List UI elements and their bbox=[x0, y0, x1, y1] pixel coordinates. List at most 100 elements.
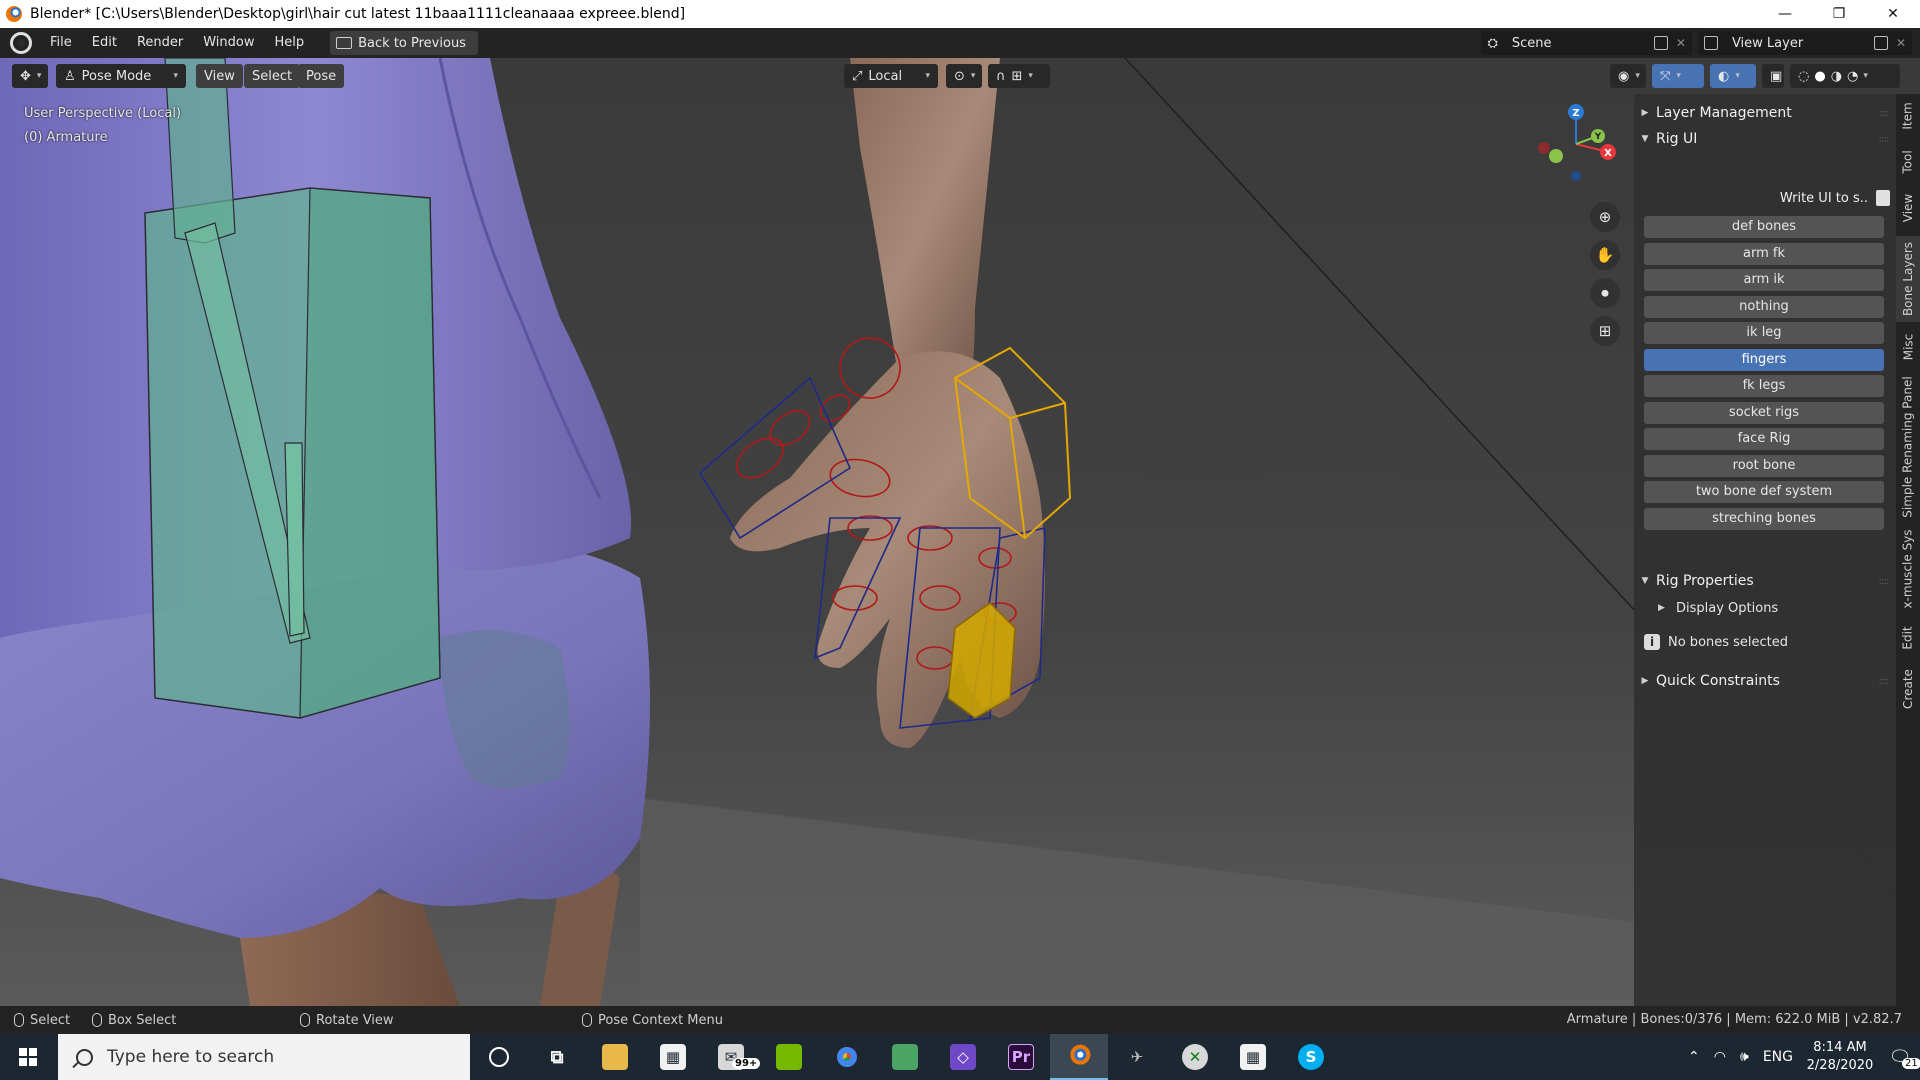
bone-layer-button[interactable]: arm ik bbox=[1644, 269, 1884, 291]
taskbar-search[interactable]: Type here to search bbox=[58, 1034, 470, 1080]
quick-constraints-header[interactable]: ▶ Quick Constraints :::: bbox=[1634, 668, 1896, 694]
tab-x-muscle-sys[interactable]: x-muscle Sys bbox=[1896, 526, 1920, 612]
navigation-gizmo[interactable]: Z X Y bbox=[1530, 102, 1620, 182]
cortana-icon[interactable] bbox=[470, 1034, 528, 1080]
xbox-icon[interactable]: ✕ bbox=[1166, 1034, 1224, 1080]
view-layer-selector[interactable]: View Layer ✕ bbox=[1697, 31, 1912, 55]
drag-handle-icon[interactable]: :::: bbox=[1879, 108, 1890, 119]
write-ui-checkbox[interactable] bbox=[1876, 190, 1890, 206]
editor-type-selector[interactable]: ✥ ▾ bbox=[12, 64, 48, 88]
camera-view-icon[interactable]: ⏺ bbox=[1590, 278, 1620, 308]
solid-shading-icon[interactable]: ● bbox=[1814, 69, 1825, 84]
mail-icon[interactable]: ✉ 99+ bbox=[702, 1034, 761, 1080]
gizmo-neg-z-axis[interactable] bbox=[1571, 171, 1581, 181]
clock[interactable]: 8:14 AM 2/28/2020 bbox=[1800, 1039, 1880, 1075]
menu-view[interactable]: View bbox=[196, 64, 243, 88]
drag-handle-icon[interactable]: :::: bbox=[1879, 134, 1890, 145]
scene-selector[interactable]: ⛭ Scene ✕ bbox=[1481, 31, 1692, 55]
pivot-point-selector[interactable]: ⊙ ▾ bbox=[946, 64, 982, 88]
visibility-selector[interactable]: ◉ ▾ bbox=[1610, 64, 1646, 88]
layer-management-header[interactable]: ▶ Layer Management :::: bbox=[1634, 100, 1896, 126]
delete-scene-icon[interactable]: ✕ bbox=[1676, 36, 1686, 50]
bone-layer-button[interactable]: socket rigs bbox=[1644, 402, 1884, 424]
blender-taskbar-icon[interactable] bbox=[1050, 1034, 1108, 1080]
menu-file[interactable]: File bbox=[40, 28, 82, 58]
transform-orientation-selector[interactable]: ⤢ Local ▾ bbox=[844, 64, 938, 88]
new-view-layer-icon[interactable] bbox=[1873, 36, 1888, 50]
menu-edit[interactable]: Edit bbox=[82, 28, 127, 58]
wifi-icon[interactable]: ◠ bbox=[1714, 1049, 1726, 1065]
pan-hand-icon[interactable]: ✋ bbox=[1590, 240, 1620, 270]
overlay-toggle[interactable]: ◐ ▾ bbox=[1710, 64, 1756, 88]
bone-layer-button[interactable]: two bone def system bbox=[1644, 481, 1884, 503]
menu-window[interactable]: Window bbox=[193, 28, 264, 58]
rig-ui-header[interactable]: ▼ Rig UI :::: bbox=[1634, 126, 1896, 152]
gizmo-toggle[interactable]: ⤧ ▾ bbox=[1652, 64, 1704, 88]
tab-item[interactable]: Item bbox=[1896, 94, 1920, 138]
bone-layer-button[interactable]: face Rig bbox=[1644, 428, 1884, 450]
app-purple-icon[interactable]: ◇ bbox=[934, 1034, 992, 1080]
write-ui-row[interactable]: Write UI to s.. bbox=[1644, 186, 1890, 210]
blender-menu-icon[interactable] bbox=[10, 32, 32, 54]
tab-create[interactable]: Create bbox=[1896, 662, 1920, 716]
bone-layer-button[interactable]: fk legs bbox=[1644, 375, 1884, 397]
bone-layer-button[interactable]: root bone bbox=[1644, 455, 1884, 477]
wireframe-shading-icon[interactable]: ◌ bbox=[1798, 69, 1809, 84]
skype-icon[interactable]: S bbox=[1282, 1034, 1340, 1080]
action-center-button[interactable]: 🗨 21 bbox=[1880, 1034, 1920, 1080]
chevron-down-icon: ▾ bbox=[173, 71, 178, 81]
bone-layer-button[interactable]: streching bones bbox=[1644, 508, 1884, 530]
bone-layer-button[interactable]: def bones bbox=[1644, 216, 1884, 238]
tab-bone-layers[interactable]: Bone Layers bbox=[1896, 236, 1920, 322]
menu-pose[interactable]: Pose bbox=[298, 64, 345, 88]
language-indicator[interactable]: ENG bbox=[1763, 1049, 1793, 1065]
drag-handle-icon[interactable]: :::: bbox=[1879, 576, 1890, 587]
bone-layer-button[interactable]: nothing bbox=[1644, 296, 1884, 318]
material-shading-icon[interactable]: ◑ bbox=[1831, 69, 1842, 84]
display-options-header[interactable]: ▶ Display Options bbox=[1658, 596, 1778, 620]
tab-tool[interactable]: Tool bbox=[1896, 142, 1920, 182]
tab-edit[interactable]: Edit bbox=[1896, 618, 1920, 658]
nvidia-icon[interactable] bbox=[760, 1034, 818, 1080]
bone-layer-button[interactable]: fingers bbox=[1644, 349, 1884, 371]
back-to-previous-button[interactable]: Back to Previous bbox=[330, 31, 478, 55]
bone-layer-button[interactable]: ik leg bbox=[1644, 322, 1884, 344]
menu-select[interactable]: Select bbox=[244, 64, 301, 88]
gizmo-neg-x-axis[interactable] bbox=[1538, 142, 1550, 154]
view-layer-name[interactable]: View Layer bbox=[1726, 36, 1866, 51]
tab-simple-renaming-panel[interactable]: Simple Renaming Panel bbox=[1896, 374, 1920, 520]
volume-icon[interactable]: 🕪 bbox=[1740, 1049, 1749, 1065]
gizmo-neg-y-axis[interactable] bbox=[1549, 149, 1563, 163]
photos-icon[interactable] bbox=[876, 1034, 934, 1080]
store-icon[interactable]: ▦ bbox=[644, 1034, 702, 1080]
game-app-icon[interactable]: ✈ bbox=[1108, 1034, 1166, 1080]
bone-layer-button[interactable]: arm fk bbox=[1644, 243, 1884, 265]
drag-handle-icon[interactable]: :::: bbox=[1879, 676, 1890, 687]
task-view-icon[interactable]: ⧉ bbox=[528, 1034, 586, 1080]
ortho-toggle-icon[interactable]: ⊞ bbox=[1590, 316, 1620, 346]
xray-toggle[interactable]: ▣ bbox=[1762, 64, 1784, 88]
zoom-icon[interactable]: ⊕ bbox=[1590, 202, 1620, 232]
snap-toggle[interactable]: ∩ ⊞ ▾ bbox=[988, 64, 1050, 88]
menu-render[interactable]: Render bbox=[127, 28, 193, 58]
new-scene-icon[interactable] bbox=[1653, 36, 1668, 50]
chrome-icon[interactable] bbox=[818, 1034, 876, 1080]
file-explorer-icon[interactable] bbox=[586, 1034, 644, 1080]
rig-properties-header[interactable]: ▼ Rig Properties :::: bbox=[1634, 568, 1896, 594]
restore-button[interactable]: ❐ bbox=[1812, 0, 1866, 28]
delete-view-layer-icon[interactable]: ✕ bbox=[1896, 36, 1906, 50]
start-button[interactable] bbox=[0, 1034, 56, 1080]
mode-selector[interactable]: ♙ Pose Mode ▾ bbox=[56, 64, 186, 88]
calculator-icon[interactable]: ▦ bbox=[1224, 1034, 1282, 1080]
shading-modes[interactable]: ◌ ● ◑ ◔ ▾ bbox=[1790, 64, 1900, 88]
tab-misc[interactable]: Misc bbox=[1896, 326, 1920, 368]
show-hidden-icons-chevron-icon[interactable]: ⌃ bbox=[1688, 1049, 1700, 1065]
rendered-shading-icon[interactable]: ◔ bbox=[1847, 69, 1858, 84]
tab-view[interactable]: View bbox=[1896, 186, 1920, 230]
menu-help[interactable]: Help bbox=[265, 28, 315, 58]
scene-name[interactable]: Scene bbox=[1506, 36, 1646, 51]
close-button[interactable]: ✕ bbox=[1866, 0, 1920, 28]
minimize-button[interactable]: — bbox=[1758, 0, 1812, 28]
premiere-icon[interactable]: Pr bbox=[992, 1034, 1050, 1080]
3d-viewport[interactable]: ✥ ▾ ♙ Pose Mode ▾ View Select Pose ⤢ Loca… bbox=[0, 58, 1920, 1006]
